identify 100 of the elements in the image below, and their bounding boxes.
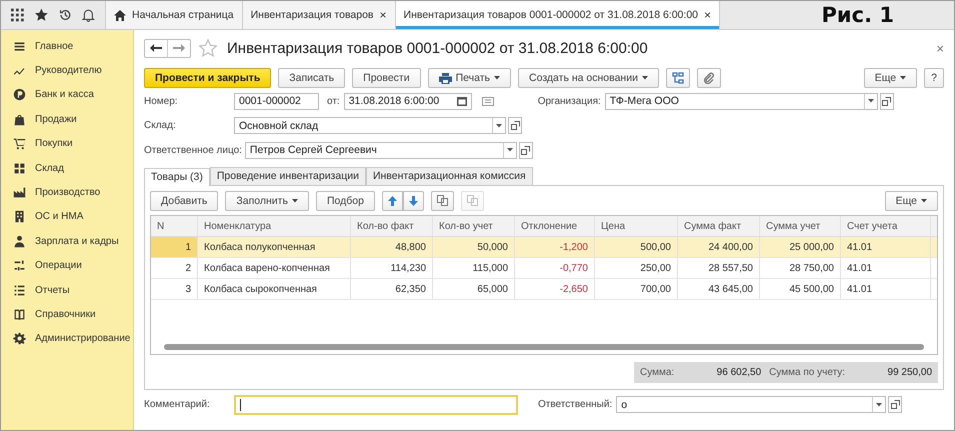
sidebar-item[interactable]: Склад	[1, 156, 133, 180]
table-cell: 115,000	[433, 258, 515, 278]
sidebar-item[interactable]: Справочники	[1, 302, 133, 327]
field-label: Комментарий:	[144, 399, 211, 410]
column-header[interactable]: Кол-во учет	[433, 216, 515, 236]
bell-icon[interactable]	[82, 8, 95, 22]
close-icon[interactable]: ×	[380, 8, 387, 22]
warehouse-field[interactable]: Основной склад	[234, 117, 506, 134]
star-outline-icon[interactable]	[199, 39, 217, 57]
dropdown-button[interactable]: Создать на основании	[518, 68, 659, 88]
table-toolbar-button[interactable]: Добавить	[150, 190, 218, 211]
sidebar-item[interactable]: Покупки	[1, 132, 133, 156]
printer-icon	[438, 72, 452, 84]
hierarchy-icon	[672, 72, 684, 84]
total-value: 96 602,50	[716, 366, 762, 378]
sidebar-item[interactable]: Банк и касса	[1, 82, 133, 108]
page-tab[interactable]: Инвентаризация товаров 0001-000002 от 31.08.2018 6:00:00 ×	[396, 1, 720, 29]
caret-icon	[292, 198, 298, 203]
table-row[interactable]: 3 Колбаса сырокопченная 62,350 65,000 -2,650 700,00 43 645,00 45 500,00 41.01	[151, 279, 937, 300]
dropdown-icon[interactable]	[492, 118, 505, 134]
organization-field[interactable]: ТФ-Мега ООО	[604, 92, 878, 110]
number-field[interactable]: 0001-000002	[234, 92, 319, 110]
column-header[interactable]: Сумма учет	[760, 216, 841, 236]
apps-grid-icon[interactable]	[11, 8, 24, 22]
open-icon[interactable]	[888, 396, 902, 414]
close-icon[interactable]: ×	[936, 40, 944, 56]
history-icon[interactable]	[58, 8, 72, 22]
sidebar-item[interactable]: Зарплата и кадры	[1, 229, 133, 254]
help-button[interactable]: ?	[924, 68, 944, 88]
move-down-button[interactable]	[402, 190, 424, 211]
caret-icon	[642, 76, 648, 80]
column-header[interactable]: Кол-во факт	[351, 216, 433, 236]
responsible-field[interactable]: о	[616, 396, 886, 414]
post-and-close-button[interactable]: Провести и закрыть	[144, 68, 272, 88]
person-icon	[13, 234, 26, 248]
column-header[interactable]: Отклонение	[515, 216, 595, 236]
field-label: Склад:	[144, 120, 177, 132]
structure-button[interactable]	[666, 68, 690, 88]
dropdown-icon[interactable]	[502, 142, 516, 158]
sidebar-item[interactable]: Администрирование	[1, 326, 133, 352]
total-value: 99 250,00	[886, 366, 932, 378]
home-icon	[114, 10, 126, 20]
table-row[interactable]: 2 Колбаса варено-копченная 114,230 115,000 -0,770 250,00 28 557,50 28 750,00 41.01	[151, 258, 937, 280]
gear-icon	[13, 332, 26, 346]
column-header[interactable]: Цена	[595, 216, 678, 236]
tab-label: Инвентаризация товаров	[250, 9, 374, 21]
column-header[interactable]: Сумма факт	[678, 216, 760, 236]
grid-icon	[13, 162, 26, 175]
paperclip-icon	[702, 72, 715, 84]
form-tab[interactable]: Товары (3)	[144, 168, 210, 186]
close-icon[interactable]: ×	[704, 8, 712, 22]
table-cell: 48,800	[351, 237, 433, 258]
page-tab[interactable]: Начальная страница	[106, 1, 243, 29]
more-button[interactable]: Еще	[864, 68, 918, 88]
tab-label: Начальная страница	[132, 9, 234, 21]
caret-icon	[921, 198, 927, 203]
fill-dropdown-button[interactable]: Заполнить	[225, 190, 309, 211]
page-tab[interactable]: Инвентаризация товаров ×	[242, 1, 396, 29]
paperclip-button[interactable]	[696, 68, 721, 88]
open-icon[interactable]	[518, 142, 533, 159]
column-header[interactable]: Счет учета	[841, 216, 931, 236]
field-label: от:	[327, 96, 340, 107]
table-cell: 43 645,00	[678, 279, 760, 300]
open-icon[interactable]	[880, 92, 894, 110]
table-cell: Колбаса полукопченная	[198, 237, 351, 258]
more-button[interactable]: Еще	[884, 190, 938, 211]
dropdown-icon[interactable]	[864, 94, 877, 109]
sidebar-item[interactable]: Отчеты	[1, 278, 133, 302]
calendar-icon[interactable]	[456, 96, 467, 106]
star-icon[interactable]	[34, 8, 48, 22]
menu-icon	[13, 40, 26, 53]
keyboard-icon[interactable]	[482, 96, 494, 106]
table-toolbar-button[interactable]: Подбор	[316, 190, 375, 211]
toolbar-button[interactable]: Провести	[352, 68, 421, 88]
open-icon[interactable]	[508, 117, 522, 134]
building-icon	[13, 210, 26, 224]
sidebar-item[interactable]: Операции	[1, 254, 133, 278]
form-tab[interactable]: Инвентаризационная комиссия	[366, 166, 533, 184]
table-cell: -0,770	[515, 258, 595, 278]
documents-icon	[436, 195, 448, 206]
sidebar-item[interactable]: Главное	[1, 34, 133, 58]
total-label: Сумма:	[640, 366, 674, 378]
date-field[interactable]: 31.08.2018 6:00:00	[344, 92, 472, 110]
print-button[interactable]: Печать	[428, 68, 512, 88]
column-header[interactable]: N	[151, 216, 198, 236]
sidebar-item[interactable]: ОС и НМА	[1, 204, 133, 230]
table-cell: 28 750,00	[760, 258, 841, 278]
copy-button[interactable]	[430, 190, 454, 211]
arrow-up-icon	[388, 196, 397, 206]
comment-field[interactable]	[234, 394, 518, 415]
responsible-person-field[interactable]: Петров Сергей Сергеевич	[244, 142, 517, 159]
sidebar-item[interactable]: Руководителю	[1, 58, 133, 83]
column-header[interactable]: Номенклатура	[198, 216, 351, 236]
sidebar-item[interactable]: Производство	[1, 180, 133, 205]
move-up-button[interactable]	[382, 190, 403, 211]
table-cell: -2,650	[515, 279, 595, 300]
sidebar-item[interactable]: Продажи	[1, 107, 133, 132]
form-tab[interactable]: Проведение инвентаризации	[210, 166, 366, 184]
toolbar-button[interactable]: Записать	[278, 68, 346, 88]
table-row[interactable]: 1 Колбаса полукопченная 48,800 50,000 -1,200 500,00 24 400,00 25 000,00 41.01	[151, 237, 937, 258]
